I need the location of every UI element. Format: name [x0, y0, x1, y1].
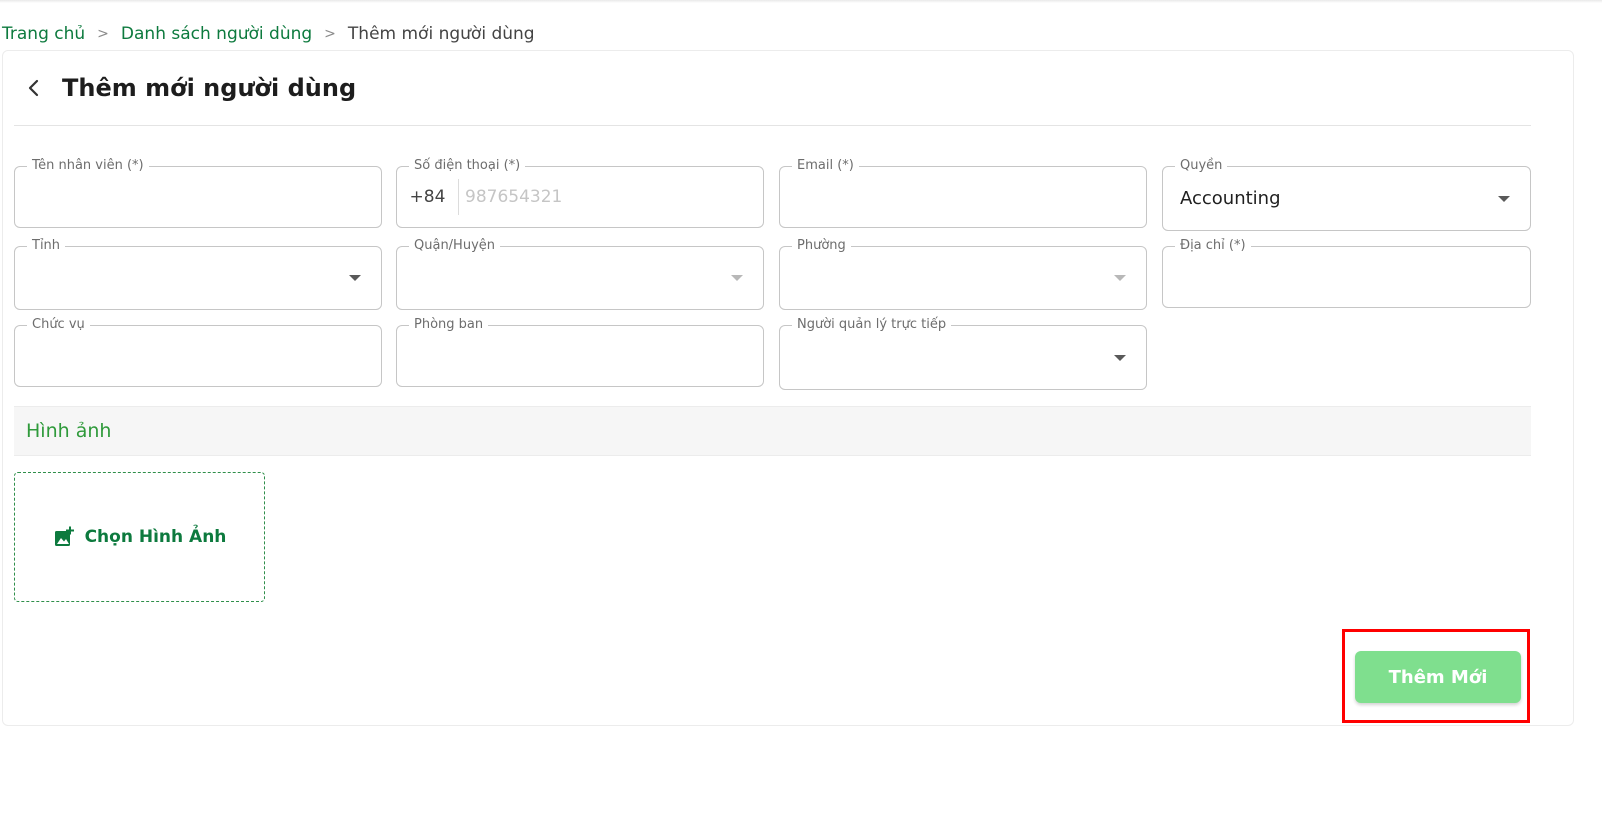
- department-input[interactable]: [397, 326, 763, 386]
- position-input[interactable]: [15, 326, 381, 386]
- district-select[interactable]: Quận/Huyện: [396, 238, 764, 310]
- header-divider: [14, 125, 1531, 126]
- choose-image-button[interactable]: Chọn Hình Ảnh: [14, 472, 265, 602]
- ward-select[interactable]: Phường: [779, 238, 1147, 310]
- add-photo-icon: [54, 526, 74, 546]
- breadcrumb-separator-icon: >: [324, 26, 336, 42]
- employee-name-field: Tên nhân viên (*): [14, 158, 382, 228]
- address-field: Địa chỉ (*): [1162, 238, 1531, 308]
- manager-select[interactable]: Người quản lý trực tiếp: [779, 317, 1147, 390]
- email-input[interactable]: [780, 167, 1146, 227]
- address-input[interactable]: [1163, 247, 1530, 307]
- page-header: Thêm mới người dùng: [14, 68, 356, 108]
- position-field: Chức vụ: [14, 317, 382, 387]
- breadcrumb-separator-icon: >: [97, 26, 109, 42]
- top-shadow-line: [0, 0, 1602, 3]
- ward-label: Phường: [792, 238, 851, 254]
- submit-add-button[interactable]: Thêm Mới: [1355, 651, 1521, 703]
- page-title: Thêm mới người dùng: [62, 74, 357, 102]
- breadcrumb-current: Thêm mới người dùng: [347, 24, 535, 44]
- province-select[interactable]: Tỉnh: [14, 238, 382, 310]
- role-select[interactable]: Quyền Accounting: [1162, 158, 1531, 231]
- email-field: Email (*): [779, 158, 1147, 228]
- choose-image-label: Chọn Hình Ảnh: [84, 527, 227, 547]
- manager-label: Người quản lý trực tiếp: [792, 317, 952, 333]
- caret-down-icon: [731, 275, 743, 281]
- caret-down-icon: [1498, 195, 1510, 202]
- caret-down-icon: [1114, 354, 1126, 361]
- chevron-left-icon: [28, 79, 39, 97]
- caret-down-icon: [1114, 275, 1126, 281]
- breadcrumb-home-link[interactable]: Trang chủ: [2, 24, 85, 44]
- breadcrumb: Trang chủ > Danh sách người dùng > Thêm …: [2, 22, 535, 46]
- images-section-title: Hình ảnh: [26, 420, 112, 442]
- province-label: Tỉnh: [27, 238, 66, 254]
- back-button[interactable]: [14, 68, 54, 108]
- district-label: Quận/Huyện: [409, 238, 501, 254]
- breadcrumb-users-link[interactable]: Danh sách người dùng: [121, 24, 312, 44]
- caret-down-icon: [349, 275, 361, 281]
- phone-input[interactable]: [459, 167, 763, 227]
- role-selected-value: Accounting: [1180, 188, 1281, 209]
- department-field: Phòng ban: [396, 317, 764, 387]
- employee-name-input[interactable]: [15, 167, 381, 227]
- images-section-header: Hình ảnh: [14, 406, 1531, 456]
- phone-field: Số điện thoại (*) +84: [396, 158, 764, 228]
- phone-country-prefix: +84: [397, 179, 459, 215]
